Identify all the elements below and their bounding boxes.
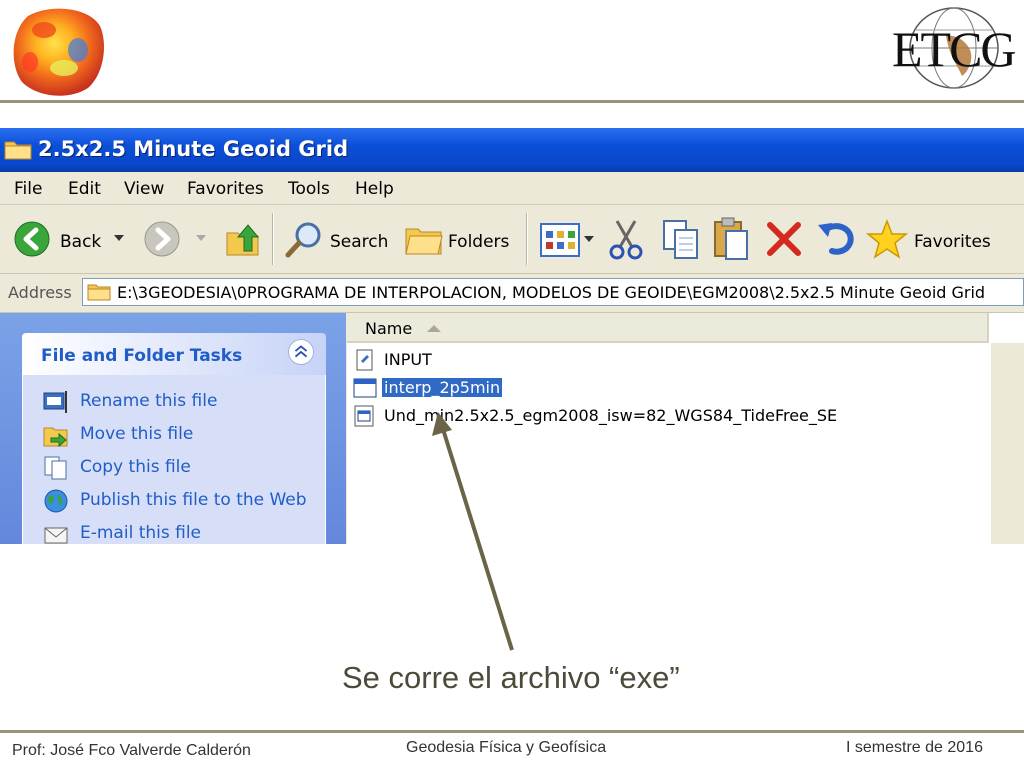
delete-icon[interactable] [766,221,802,257]
window-title: 2.5x2.5 Minute Geoid Grid [38,137,349,161]
star-icon [866,219,908,259]
forward-button[interactable] [140,213,210,265]
globe-icon [44,489,68,513]
list-margin [991,343,1024,544]
task-panel-header[interactable]: File and Folder Tasks [22,333,326,375]
search-icon [285,222,321,258]
task-label: Move this file [80,424,194,444]
task-label: Rename this file [80,391,218,411]
up-folder-icon[interactable] [224,221,262,259]
menu-tools[interactable]: Tools [288,179,330,199]
executable-icon [353,378,377,398]
email-icon [44,527,68,544]
views-grid-icon [540,223,580,257]
footer-semester: I semestre de 2016 [846,739,983,756]
address-path: E:\3GEODESIA\0PROGRAMA DE INTERPOLACION,… [117,283,986,302]
forward-dropdown-icon[interactable] [196,235,206,241]
footer-author: Prof: José Fco Valverde Calderón [12,742,251,759]
file-list: Name INPUT interp_2p5min Und_min2.5x2.5_… [347,313,1024,544]
task-publish[interactable]: Publish this file to the Web [23,485,323,517]
title-bar[interactable]: 2.5x2.5 Minute Geoid Grid [0,128,1024,172]
address-label: Address [8,283,72,302]
text-document-icon [356,349,373,371]
task-pane: File and Folder Tasks Rename this file M [0,313,346,544]
favorites-label: Favorites [914,232,991,252]
undo-icon[interactable] [816,221,856,257]
views-dropdown-icon[interactable] [584,236,594,242]
folder-icon [87,284,111,301]
file-folder-tasks-panel: File and Folder Tasks Rename this file M [22,333,326,544]
name-column-header[interactable]: Name [347,313,989,343]
toolbar-separator [526,213,528,265]
task-label: Publish this file to the Web [80,490,307,510]
address-input[interactable]: E:\3GEODESIA\0PROGRAMA DE INTERPOLACION,… [82,278,1024,306]
folder-icon [4,141,32,160]
back-label: Back [60,232,102,252]
explorer-window: 2.5x2.5 Minute Geoid Grid File Edit View… [0,128,1024,544]
task-label: Copy this file [80,457,191,477]
move-icon [43,427,68,448]
menu-view[interactable]: View [124,179,164,199]
folders-icon [405,228,443,255]
toolbar-separator [272,213,274,265]
data-file-icon [354,405,374,427]
footer-course: Geodesia Física y Geofísica [406,739,607,756]
file-name: INPUT [384,350,432,369]
etcg-logo: ETCG [888,6,1020,92]
back-dropdown-icon[interactable] [114,235,124,241]
etcg-logo-text: ETCG [892,21,1017,77]
menu-favorites[interactable]: Favorites [187,179,264,199]
geoid-globe-icon [13,8,105,96]
task-rename[interactable]: Rename this file [23,386,323,418]
menu-file[interactable]: File [14,179,42,199]
copy-icon[interactable] [662,219,700,261]
search-label: Search [330,232,389,252]
rename-icon [43,391,67,413]
task-copy[interactable]: Copy this file [23,452,323,484]
forward-arrow-icon [144,221,180,257]
views-button[interactable] [540,221,596,261]
column-divider[interactable] [987,313,989,343]
folders-label: Folders [448,232,510,252]
favorites-button[interactable]: Favorites [866,213,1006,265]
header-rule [0,100,1024,103]
back-button[interactable]: Back [10,213,130,265]
folders-button[interactable]: Folders [402,213,514,265]
menu-edit[interactable]: Edit [68,179,101,199]
collapse-chevron-icon[interactable] [288,339,314,365]
task-panel-title: File and Folder Tasks [41,346,243,366]
cut-icon[interactable] [608,219,644,261]
back-arrow-icon [14,221,50,257]
slide-caption: Se corre el archivo “exe” [342,660,680,695]
task-email[interactable]: E-mail this file [23,518,323,544]
footer-rule [0,730,1024,733]
task-label: E-mail this file [80,523,202,543]
copy-file-icon [44,456,67,480]
paste-icon[interactable] [712,217,750,261]
name-column-label: Name [365,319,413,338]
task-move[interactable]: Move this file [23,419,323,451]
file-name: Und_min2.5x2.5_egm2008_isw=82_WGS84_Tide… [384,406,838,425]
address-bar: Address E:\3GEODESIA\0PROGRAMA DE INTERP… [0,274,1024,313]
toolbar: Back Search Folders Favorites [0,205,1024,274]
file-name: interp_2p5min [382,378,503,397]
menu-help[interactable]: Help [355,179,394,199]
task-list: Rename this file Move this file Copy thi… [22,375,326,544]
menu-bar: File Edit View Favorites Tools Help [0,172,1024,205]
search-button[interactable]: Search [282,213,390,265]
sort-ascending-icon [427,325,441,332]
